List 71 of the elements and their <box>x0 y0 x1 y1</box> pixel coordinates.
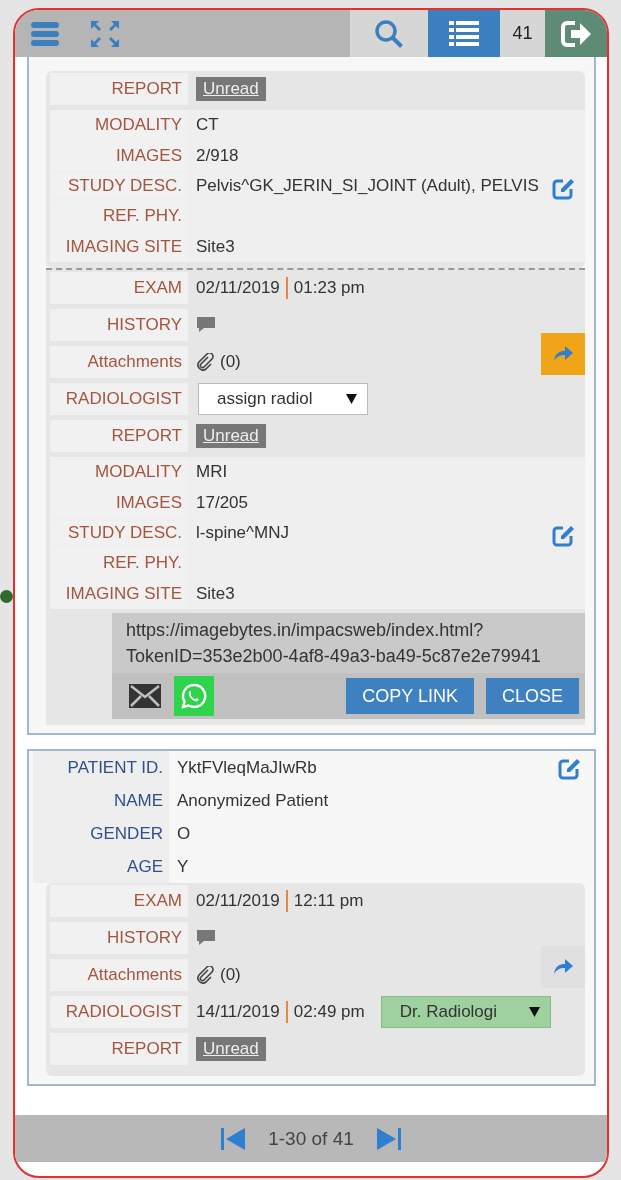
logout-button[interactable] <box>545 10 607 57</box>
field-label: HISTORY <box>50 309 188 341</box>
list-view-button[interactable] <box>428 10 500 57</box>
exam-time: 12:11 pm <box>293 891 364 911</box>
field-label: HISTORY <box>50 922 188 954</box>
comment-icon[interactable] <box>196 929 216 947</box>
field-label: REPORT <box>50 420 188 452</box>
report-status-link[interactable]: Unread <box>196 77 266 101</box>
share-button[interactable] <box>541 946 585 988</box>
page-range: 1-30 of 41 <box>268 1127 354 1150</box>
field-value: Anonymized Patient <box>176 790 329 811</box>
share-arrow-icon <box>552 345 574 363</box>
exam-date: 02/11/2019 <box>196 891 280 911</box>
caret-icon <box>346 394 357 404</box>
edit-icon[interactable] <box>551 524 575 548</box>
list-icon <box>448 18 480 49</box>
field-label: EXAM <box>50 885 188 917</box>
field-value: 17/205 <box>195 492 248 513</box>
radiologist-dropdown[interactable]: assign radiol <box>198 383 368 415</box>
field-label: REPORT <box>50 73 188 105</box>
field-value: O <box>176 823 191 844</box>
field-value: Y <box>176 856 189 877</box>
field-label: Attachments <box>50 346 188 378</box>
study-count: 41 <box>500 10 545 57</box>
field-value: Site3 <box>195 583 235 604</box>
field-label: GENDER <box>33 817 169 850</box>
field-label: REPORT <box>50 1033 188 1065</box>
assign-time: 02:49 pm <box>293 1002 365 1022</box>
field-label: NAME <box>33 784 169 817</box>
field-value: Pelvis^GK_JERIN_SI_JOINT (Adult), PELVIS <box>196 176 539 195</box>
assign-date: 14/11/2019 <box>196 1002 280 1022</box>
field-label: RADIOLOGIST <box>50 383 188 415</box>
field-value: CT <box>195 115 219 136</box>
paperclip-icon[interactable] <box>196 966 214 984</box>
search-button[interactable] <box>350 10 428 57</box>
copy-link-button[interactable]: COPY LINK <box>346 678 474 714</box>
field-value: l-spine^MNJ <box>196 523 289 542</box>
fullscreen-icon[interactable] <box>89 18 121 49</box>
report-status-link[interactable]: Unread <box>196 1037 266 1061</box>
indicator-dot <box>0 590 13 603</box>
server-icon[interactable] <box>30 20 60 47</box>
field-value: YktFVleqMaJIwRb <box>176 757 317 778</box>
radiologist-dropdown[interactable]: Dr. Radiologi <box>380 996 551 1028</box>
share-button[interactable] <box>541 333 585 375</box>
caret-icon <box>528 1007 540 1017</box>
paperclip-icon[interactable] <box>196 353 214 371</box>
edit-icon[interactable] <box>551 177 575 201</box>
field-label: AGE <box>33 850 169 883</box>
logout-icon <box>559 18 593 49</box>
exam-date: 02/11/2019 <box>196 278 280 298</box>
last-page-icon[interactable] <box>375 1126 402 1151</box>
field-value: MRI <box>195 462 228 483</box>
field-label: RADIOLOGIST <box>50 996 188 1028</box>
exam-time: 01:23 pm <box>293 278 365 298</box>
field-value: 2/918 <box>195 145 239 166</box>
field-label: Attachments <box>50 959 188 991</box>
first-page-icon[interactable] <box>220 1126 247 1151</box>
share-link-text: https://imagebytes.in/impacsweb/index.html?TokenID=353e2b00-4af8-49a3-ba49-5c87e2e79941 <box>125 619 542 668</box>
attachment-count: (0) <box>220 352 241 372</box>
field-value: Site3 <box>195 236 235 257</box>
share-arrow-icon <box>552 958 574 976</box>
comment-icon[interactable] <box>196 316 216 334</box>
whatsapp-icon[interactable] <box>174 676 214 716</box>
search-icon <box>374 18 404 49</box>
close-button[interactable]: CLOSE <box>485 678 579 714</box>
field-label: PATIENT ID. <box>33 751 169 784</box>
field-label: EXAM <box>50 272 188 304</box>
email-icon[interactable] <box>128 683 162 709</box>
attachment-count: (0) <box>220 965 241 985</box>
report-status-link[interactable]: Unread <box>196 424 266 448</box>
edit-icon[interactable] <box>557 757 581 781</box>
